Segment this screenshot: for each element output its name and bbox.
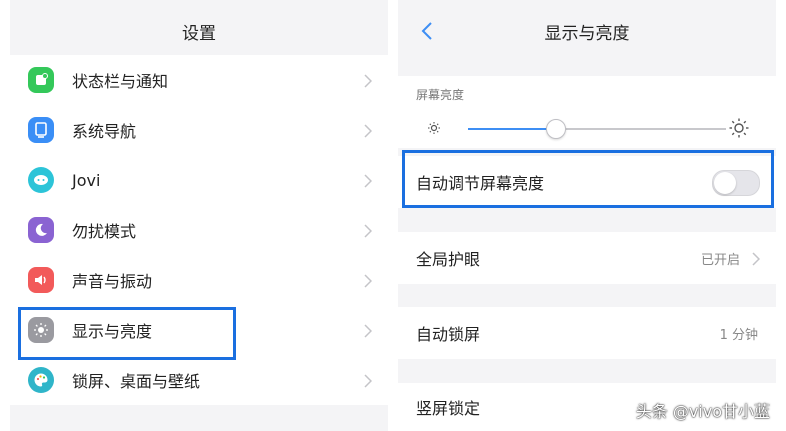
toggle-knob [714,172,736,194]
moon-icon [28,217,54,243]
settings-item-do-not-disturb[interactable]: 勿扰模式 [10,205,388,255]
settings-item-label: 显示与亮度 [72,322,153,341]
speaker-icon [28,267,54,293]
display-header: 显示与亮度 [398,0,776,62]
watermark-text: 头条 @vivo甘小蓝 [635,402,770,421]
settings-item-label: 锁屏、桌面与壁纸 [72,372,201,391]
auto-brightness-toggle[interactable] [712,170,760,196]
back-icon[interactable] [414,18,440,44]
chevron-right-icon [752,251,761,270]
notification-icon [28,67,54,93]
list-footer [10,405,388,431]
eye-protection-label: 全局护眼 [416,250,481,269]
jovi-icon [28,167,54,193]
brightness-low-icon [426,120,442,140]
chevron-right-icon [364,323,373,342]
auto-lock-label: 自动锁屏 [416,325,481,344]
brightness-caption: 屏幕亮度 [416,88,465,102]
auto-brightness-label: 自动调节屏幕亮度 [416,174,545,193]
display-brightness-panel: 显示与亮度 屏幕亮度 自动调节屏幕亮度 全局护眼 已开启 自动锁屏 1 分钟 竖… [398,0,776,431]
page-title: 显示与亮度 [544,23,630,44]
palette-icon [28,367,54,393]
settings-item-label: 系统导航 [72,122,137,141]
eye-protection-value: 已开启 [700,252,740,268]
settings-header: 设置 [10,0,388,62]
brightness-icon [28,317,54,343]
settings-item-lockscreen-wallpaper[interactable]: 锁屏、桌面与壁纸 [10,355,388,405]
settings-item-display-brightness[interactable]: 显示与亮度 [10,305,388,355]
brightness-high-icon [728,117,750,143]
settings-item-navigation[interactable]: 系统导航 [10,105,388,155]
settings-item-label: 状态栏与通知 [72,72,169,91]
portrait-lock-label: 竖屏锁定 [416,399,481,418]
settings-panel: 设置 状态栏与通知 系统导航 Jovi 勿扰模式 声音与振动 显示与亮度 锁屏、… [10,0,388,431]
chevron-right-icon [364,373,373,392]
page-title: 设置 [182,23,216,44]
navigation-icon [28,117,54,143]
slider-thumb[interactable] [546,119,566,139]
settings-item-label: 声音与振动 [72,272,153,291]
settings-item-status-bar[interactable]: 状态栏与通知 [10,55,388,105]
settings-item-sound[interactable]: 声音与振动 [10,255,388,305]
slider-fill [468,128,556,130]
auto-lock-value: 1 分钟 [719,327,758,343]
chevron-right-icon [364,123,373,142]
brightness-slider[interactable] [398,108,776,148]
eye-protection-row[interactable]: 全局护眼 已开启 [398,232,776,284]
chevron-right-icon [364,173,373,192]
chevron-right-icon [364,273,373,292]
settings-item-jovi[interactable]: Jovi [10,155,388,205]
settings-item-label: 勿扰模式 [72,222,137,241]
auto-lock-row[interactable]: 自动锁屏 1 分钟 [398,307,776,359]
chevron-right-icon [364,223,373,242]
settings-item-label: Jovi [72,170,101,190]
chevron-right-icon [364,73,373,92]
settings-list: 状态栏与通知 系统导航 Jovi 勿扰模式 声音与振动 显示与亮度 锁屏、桌面与… [10,55,388,405]
auto-brightness-row[interactable]: 自动调节屏幕亮度 [398,156,776,208]
